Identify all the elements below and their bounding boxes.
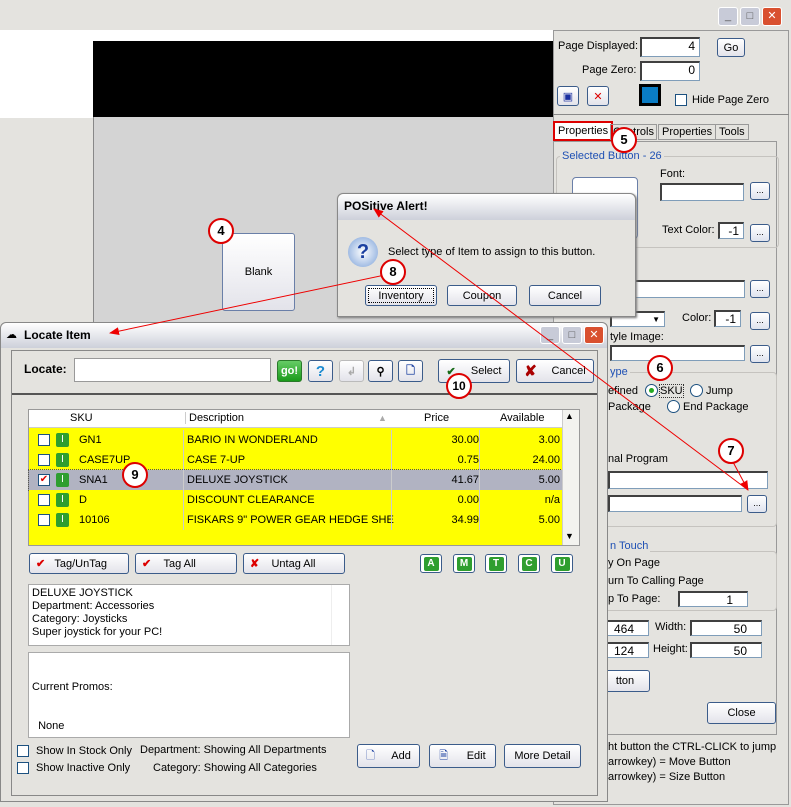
arrow-to-browse [732, 461, 749, 491]
callout-5: 5 [611, 127, 637, 153]
callout-7: 7 [718, 438, 744, 464]
annotation-arrows [109, 208, 749, 491]
arrow-to-locate [109, 274, 386, 336]
arrow-to-alert [373, 208, 749, 491]
callout-4: 4 [208, 218, 234, 244]
callout-10: 10 [446, 373, 472, 399]
callout-9: 9 [122, 462, 148, 488]
callout-6: 6 [647, 355, 673, 381]
callout-8: 8 [380, 259, 406, 285]
